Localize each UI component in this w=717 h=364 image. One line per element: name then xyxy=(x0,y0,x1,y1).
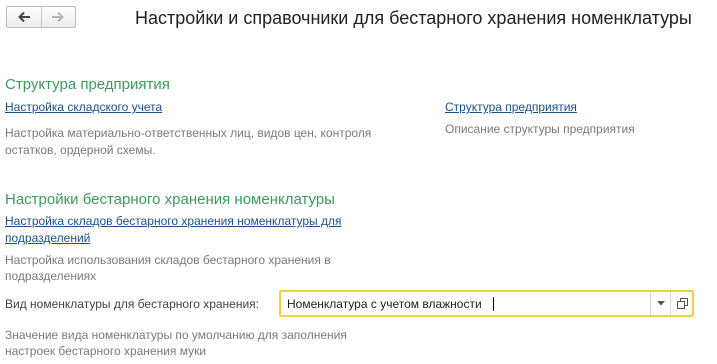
arrow-right-icon xyxy=(52,11,65,23)
open-window-icon xyxy=(676,298,688,309)
bulk-warehouse-settings-link-line1[interactable]: Настройка складов бестарного хранения но… xyxy=(5,213,342,230)
navigation-buttons xyxy=(6,6,76,28)
forward-button[interactable] xyxy=(40,7,76,27)
enterprise-structure-description: Описание структуры предприятия xyxy=(445,122,635,136)
page-title: Настройки и справочники для бестарного х… xyxy=(135,8,692,28)
nomenclature-type-field[interactable]: Номенклатура с учетом влажности xyxy=(279,290,694,317)
nomenclature-type-value[interactable]: Номенклатура с учетом влажности xyxy=(287,297,482,311)
bulk-warehouse-settings-link-line2[interactable]: подразделений xyxy=(5,230,90,247)
open-button[interactable] xyxy=(670,292,693,315)
bulk-warehouse-description-line1: Настройка использования складов бестарно… xyxy=(5,253,331,267)
warehouse-settings-description-line1: Настройка материально-ответственных лиц,… xyxy=(5,126,372,140)
dropdown-button[interactable] xyxy=(650,292,671,315)
nomenclature-type-description-line2: настроек бестарного хранения муки xyxy=(5,344,207,358)
nomenclature-type-label: Вид номенклатуры для бестарного хранения… xyxy=(5,297,260,311)
nomenclature-type-description-line1: Значение вида номенклатуры по умолчанию … xyxy=(5,328,347,342)
chevron-down-icon xyxy=(657,301,665,306)
warehouse-settings-link[interactable]: Настройка складского учета xyxy=(5,99,162,116)
back-button[interactable] xyxy=(7,7,41,27)
text-cursor xyxy=(493,297,494,311)
section-title-structure: Структура предприятия xyxy=(5,76,170,93)
arrow-left-icon xyxy=(17,11,30,23)
bulk-warehouse-description-line2: подразделениях xyxy=(5,269,97,283)
warehouse-settings-description-line2: остатков, ордерной схемы. xyxy=(5,143,156,157)
section-title-bulk-storage: Настройки бестарного хранения номенклату… xyxy=(5,191,335,208)
enterprise-structure-link[interactable]: Структура предприятия xyxy=(445,99,577,116)
